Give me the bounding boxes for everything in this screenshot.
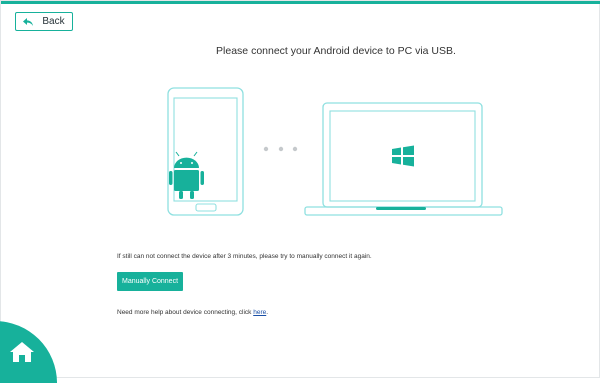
help-prefix: Need more help about device connecting, … [117,309,254,316]
connection-illustration [167,87,503,216]
app-window: Back Please connect your Android device … [0,0,600,383]
connection-note: If still can not connect the device afte… [117,253,372,260]
windows-laptop-icon [304,102,503,216]
manually-connect-button[interactable]: Manually Connect [117,272,183,291]
help-link[interactable]: here [253,309,266,316]
connecting-dots [263,146,298,152]
help-suffix: . [266,309,269,316]
android-phone-icon [167,87,244,216]
home-button[interactable] [0,321,57,383]
help-text: Need more help about device connecting, … [117,309,268,316]
home-icon [9,341,35,363]
